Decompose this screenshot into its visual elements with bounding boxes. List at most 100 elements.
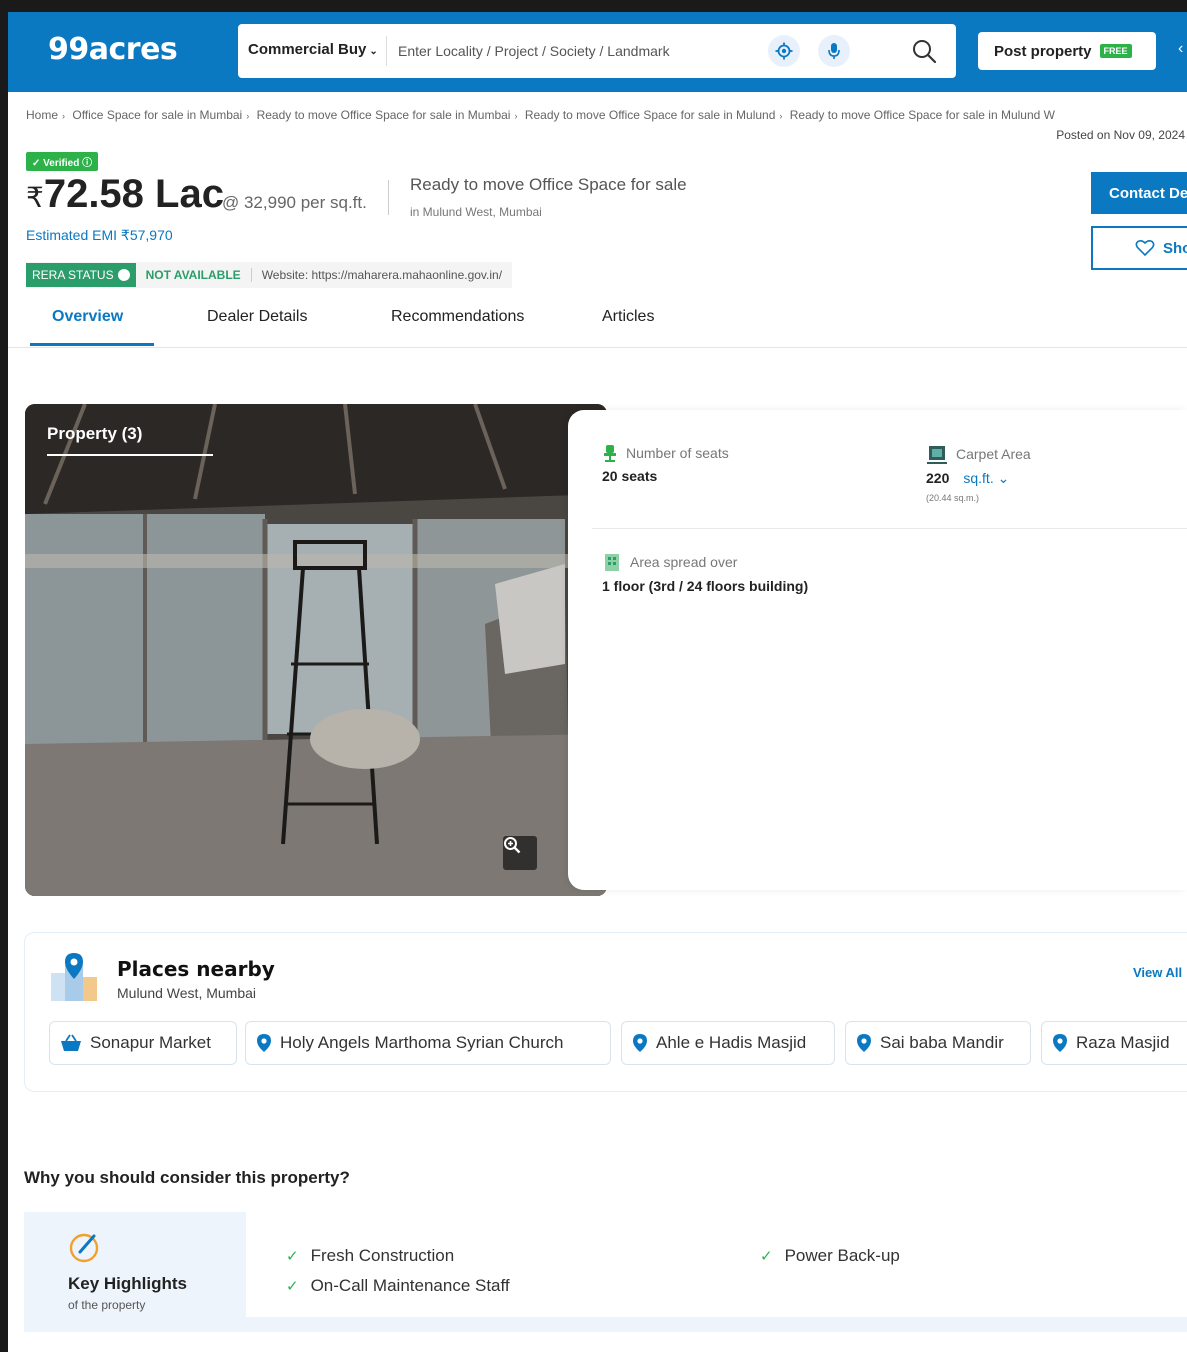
- breadcrumb-item[interactable]: Ready to move Office Space for sale in M…: [257, 108, 511, 122]
- breadcrumb-separator: ›: [514, 111, 518, 121]
- rera-website[interactable]: Website: https://maharera.mahaonline.gov…: [252, 268, 512, 282]
- places-title: Places nearby: [117, 957, 275, 981]
- zoom-in-icon: [504, 837, 521, 854]
- rera-status-bar: RERA STATUS NOT AVAILABLE Website: https…: [26, 262, 513, 288]
- breadcrumb-item[interactable]: Home: [26, 108, 58, 122]
- highlight-item: ✓ Fresh Construction: [286, 1246, 454, 1266]
- carpet-unit-dropdown[interactable]: sq.ft. ⌄: [963, 470, 1009, 486]
- place-chip[interactable]: Ahle e Hadis Masjid: [621, 1021, 835, 1065]
- microphone-icon: [828, 43, 840, 59]
- place-label: Raza Masjid: [1076, 1033, 1170, 1052]
- info-icon[interactable]: [117, 269, 130, 281]
- highlight-item: ✓ On-Call Maintenance Staff: [286, 1276, 510, 1296]
- price-per-sqft: @ 32,990 per sq.ft.: [222, 193, 367, 212]
- menu-icon[interactable]: ‹: [1178, 40, 1183, 58]
- key-highlights-subtitle: of the property: [68, 1298, 146, 1312]
- locate-icon: [775, 42, 793, 60]
- gallery-title-underline: [47, 454, 213, 456]
- tab-recommendations[interactable]: Recommendations: [391, 308, 524, 326]
- heart-icon: [1135, 239, 1155, 257]
- price: ₹72.58 Lac: [26, 172, 224, 217]
- top-header: 99acres Commercial Buy ⌄ Enter Locality …: [8, 12, 1187, 92]
- highlight-badge-icon: [69, 1233, 99, 1263]
- shortlist-label: Shortlist: [1163, 239, 1187, 257]
- tab-dealer-details[interactable]: Dealer Details: [207, 308, 307, 326]
- verified-badge: ✓ Verified ⓘ: [26, 152, 99, 171]
- zoom-button[interactable]: [503, 836, 537, 870]
- post-property-button[interactable]: Post property FREE: [978, 32, 1156, 70]
- place-label: Sonapur Market: [90, 1033, 211, 1052]
- seat-icon: [604, 445, 616, 462]
- carpet-unit-label: sq.ft.: [963, 470, 994, 486]
- highlight-label: Power Back-up: [784, 1246, 900, 1265]
- place-label: Sai baba Mandir: [880, 1033, 1004, 1052]
- search-icon[interactable]: [910, 37, 938, 65]
- area-spread-value: 1 floor (3rd / 24 floors building): [602, 578, 809, 594]
- listing-title: Ready to move Office Space for sale: [410, 175, 687, 194]
- seats-label: Number of seats: [626, 445, 729, 461]
- post-property-label: Post property: [994, 42, 1092, 60]
- property-details-card: Number of seats 20 seats Carpet Area 220…: [568, 410, 1187, 890]
- contact-dealer-button[interactable]: Contact Dealer: [1091, 172, 1187, 214]
- breadcrumb: Home › Office Space for sale in Mumbai › R…: [26, 108, 1055, 122]
- search-type-label: Commercial Buy: [248, 41, 367, 58]
- search-input[interactable]: [398, 32, 758, 70]
- carpet-area-icon: [927, 446, 947, 464]
- site-logo[interactable]: 99acres: [48, 32, 178, 67]
- locate-me-button[interactable]: [768, 35, 800, 67]
- check-icon: ✓: [760, 1248, 773, 1265]
- rupee-symbol: ₹: [26, 182, 44, 213]
- highlights-list: ✓ Fresh Construction ✓ Power Back-up ✓ O…: [246, 1212, 1187, 1317]
- price-value: 72.58 Lac: [43, 172, 224, 216]
- map-location-icon: [51, 953, 97, 1001]
- shortlist-button[interactable]: Shortlist: [1091, 226, 1187, 270]
- key-highlights-title: Key Highlights: [68, 1274, 188, 1293]
- carpet-area-value: 220: [926, 470, 950, 486]
- listing-location: in Mulund West, Mumbai: [410, 205, 542, 219]
- highlight-item: ✓ Power Back-up: [760, 1246, 900, 1266]
- check-icon: ✓: [286, 1278, 299, 1295]
- details-divider: [592, 528, 1187, 529]
- posted-date: Posted on Nov 09, 2024: [1056, 128, 1185, 142]
- highlight-label: Fresh Construction: [310, 1246, 455, 1265]
- breadcrumb-separator: ›: [62, 111, 66, 121]
- search-type-dropdown[interactable]: Commercial Buy ⌄: [248, 41, 378, 58]
- estimated-emi-link[interactable]: Estimated EMI ₹57,970: [26, 227, 173, 244]
- carpet-area-detail: Carpet Area 220 sq.ft. ⌄ (20.44 sq.m.): [926, 444, 1031, 503]
- location-pin-icon: [633, 1034, 647, 1052]
- rera-status: NOT AVAILABLE: [136, 268, 252, 282]
- place-chip[interactable]: Holy Angels Marthoma Syrian Church: [245, 1021, 611, 1065]
- property-photo-gallery[interactable]: Property (3): [25, 404, 607, 896]
- search-bar: Commercial Buy ⌄: [238, 24, 956, 78]
- key-highlights-section: Key Highlights of the property ✓ Fresh C…: [24, 1212, 1187, 1332]
- places-subtitle: Mulund West, Mumbai: [117, 985, 257, 1001]
- tab-overview[interactable]: Overview: [52, 308, 123, 326]
- breadcrumb-item[interactable]: Office Space for sale in Mumbai: [72, 108, 242, 122]
- location-pin-icon: [1053, 1034, 1067, 1052]
- voice-search-button[interactable]: [818, 35, 850, 67]
- gallery-title: Property (3): [47, 424, 143, 443]
- breadcrumb-item[interactable]: Ready to move Office Space for sale in M…: [525, 108, 776, 122]
- check-icon: ✓: [286, 1248, 299, 1265]
- free-badge: FREE: [1099, 44, 1132, 58]
- area-spread-label: Area spread over: [630, 554, 738, 570]
- vertical-divider: [388, 180, 389, 215]
- rera-label-text: RERA STATUS: [32, 268, 114, 282]
- carpet-area-value-row: 220 sq.ft. ⌄: [926, 470, 1031, 487]
- building-icon: [605, 554, 619, 571]
- place-chip[interactable]: Raza Masjid: [1041, 1021, 1187, 1065]
- verified-label: Verified: [43, 158, 80, 169]
- place-chip[interactable]: Sonapur Market: [49, 1021, 237, 1065]
- view-all-link[interactable]: View All: [1133, 965, 1182, 980]
- place-chip[interactable]: Sai baba Mandir: [845, 1021, 1031, 1065]
- place-label: Ahle e Hadis Masjid: [656, 1033, 807, 1052]
- property-photo: [25, 404, 607, 896]
- place-label: Holy Angels Marthoma Syrian Church: [280, 1033, 564, 1052]
- carpet-area-sqm: (20.44 sq.m.): [926, 493, 980, 503]
- area-spread-detail: Area spread over 1 floor (3rd / 24 floor…: [602, 552, 808, 594]
- breadcrumb-item[interactable]: Ready to move Office Space for sale in M…: [790, 108, 1055, 122]
- tab-articles[interactable]: Articles: [602, 308, 654, 326]
- seats-value: 20 seats: [602, 468, 658, 484]
- shopping-basket-icon: [61, 1034, 81, 1051]
- places-nearby-card: Places nearby Mulund West, Mumbai View A…: [24, 932, 1187, 1092]
